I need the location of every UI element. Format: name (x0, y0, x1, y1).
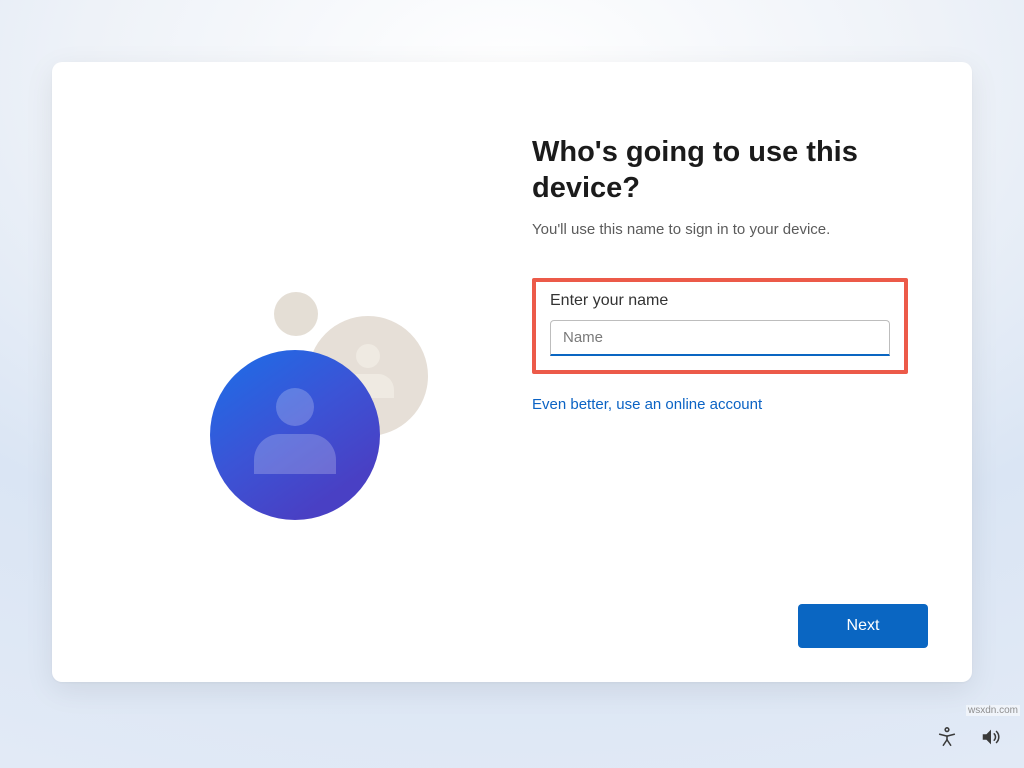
setup-dialog: Who's going to use this device? You'll u… (52, 62, 972, 682)
name-field-highlight: Enter your name (532, 278, 908, 374)
accessibility-icon[interactable] (936, 726, 958, 748)
name-field-label: Enter your name (550, 292, 890, 310)
content-panel: Who's going to use this device? You'll u… (532, 62, 972, 682)
user-avatar-icon-large (210, 350, 380, 520)
page-subtitle: You'll use this name to sign in to your … (532, 221, 928, 238)
taskbar-icons (936, 726, 1002, 748)
illustration-panel (52, 62, 532, 682)
user-avatar-icon-small (274, 292, 318, 336)
page-title: Who's going to use this device? (532, 134, 892, 207)
name-input[interactable] (550, 320, 890, 356)
watermark: wsxdn.com (966, 705, 1020, 716)
volume-icon[interactable] (980, 726, 1002, 748)
next-button[interactable]: Next (798, 604, 928, 648)
online-account-link[interactable]: Even better, use an online account (532, 396, 762, 413)
